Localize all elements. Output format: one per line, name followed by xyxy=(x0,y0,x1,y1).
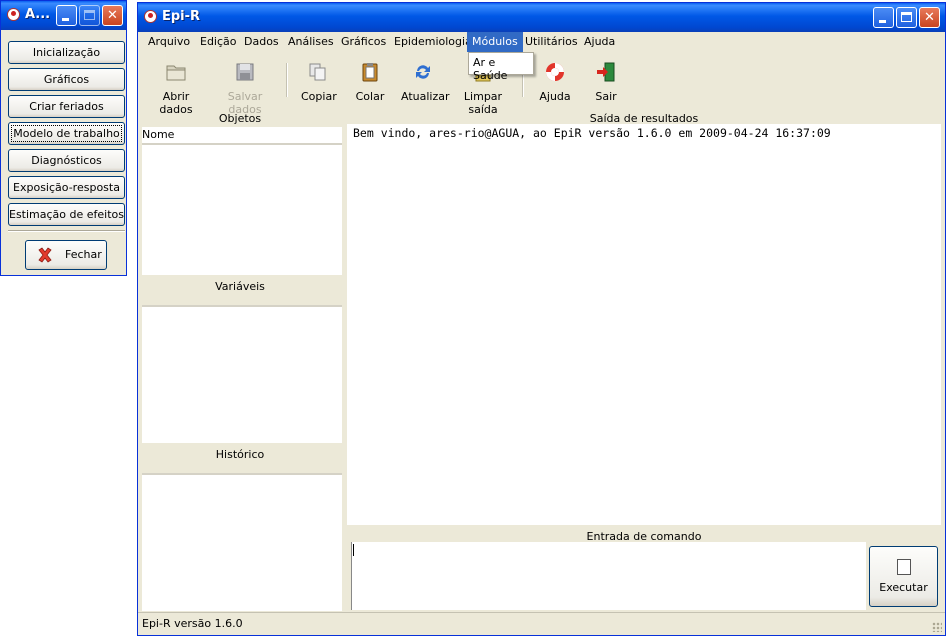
variaveis-header: Variáveis xyxy=(215,280,265,293)
close-window-button[interactable]: ✕ xyxy=(919,7,940,28)
nome-column-header[interactable]: Nome xyxy=(142,127,342,145)
estimacao-de-efeitos-button[interactable]: Estimação de efeitos xyxy=(8,203,125,226)
variaveis-list[interactable] xyxy=(142,307,342,443)
copy-icon xyxy=(309,63,326,81)
minimize-icon xyxy=(879,20,886,23)
close-window-button[interactable]: ✕ xyxy=(102,5,123,26)
diagnosticos-button[interactable]: Diagnósticos xyxy=(8,149,125,172)
app-icon xyxy=(144,10,157,23)
red-x-icon xyxy=(38,247,52,263)
variaveis-column-header xyxy=(142,295,342,307)
objetos-list[interactable]: Nome xyxy=(142,127,342,275)
panel-title-bar[interactable]: A... ✕ xyxy=(1,1,126,30)
ajuda-label: Ajuda xyxy=(539,90,571,103)
command-input[interactable] xyxy=(351,542,866,610)
maximize-icon xyxy=(901,12,912,22)
menu-graficos[interactable]: Gráficos xyxy=(341,35,386,48)
minimize-button[interactable] xyxy=(873,7,894,28)
fechar-button[interactable]: Fechar xyxy=(25,240,107,270)
maximize-button[interactable] xyxy=(896,7,917,28)
graficos-button[interactable]: Gráficos xyxy=(8,68,125,91)
main-title: Epi-R xyxy=(162,9,201,24)
app-icon xyxy=(7,8,20,21)
modelo-de-trabalho-button[interactable]: Modelo de trabalho xyxy=(8,122,125,145)
minimize-button[interactable] xyxy=(56,5,77,26)
menu-modulos[interactable]: Módulos xyxy=(467,32,523,52)
menu-epidemiologia[interactable]: Epidemiologia xyxy=(394,35,472,48)
historico-header: Histórico xyxy=(215,448,265,461)
toolbar: Abrir dados Salvar dados Copiar Colar At… xyxy=(138,53,945,116)
fechar-label: Fechar xyxy=(65,248,102,261)
execute-icon xyxy=(896,559,911,575)
menu-bar: Arquivo Edição Dados Análises Gráficos E… xyxy=(138,32,945,52)
status-bar: Epi-R versão 1.6.0 xyxy=(138,612,945,635)
menu-ajuda[interactable]: Ajuda xyxy=(584,35,615,48)
lifebuoy-icon xyxy=(546,63,564,81)
folder-icon xyxy=(166,65,186,81)
maximize-button xyxy=(79,5,100,26)
executar-button[interactable]: Executar xyxy=(869,546,938,607)
colar-button[interactable]: Colar xyxy=(353,61,387,103)
output-area[interactable]: Bem vindo, ares-rio@AGUA, ao EpiR versão… xyxy=(347,124,941,525)
nome-column-label: Nome xyxy=(142,128,175,141)
historico-list[interactable] xyxy=(142,475,342,611)
panel-title: A... xyxy=(25,7,51,22)
exposicao-resposta-button[interactable]: Exposição-resposta xyxy=(8,176,125,199)
refresh-icon xyxy=(416,65,430,79)
atualizar-button[interactable]: Atualizar xyxy=(401,61,450,103)
minimize-icon xyxy=(62,18,69,21)
resize-grip-icon[interactable] xyxy=(932,622,942,632)
modulos-dropdown: Ar e Saúde xyxy=(468,52,534,82)
atualizar-label: Atualizar xyxy=(401,90,450,103)
inicializacao-button[interactable]: Inicialização xyxy=(8,41,125,64)
salvar-dados-button: Salvar dados xyxy=(213,61,277,116)
main-title-bar[interactable]: Epi-R ✕ xyxy=(138,3,945,32)
text-caret xyxy=(353,544,354,556)
toolbar-separator xyxy=(286,63,288,97)
close-icon: ✕ xyxy=(107,8,118,23)
ajuda-button[interactable]: Ajuda xyxy=(539,61,571,103)
paste-icon xyxy=(362,63,378,82)
maximize-icon xyxy=(84,10,95,20)
panel-divider xyxy=(8,230,125,232)
sair-button[interactable]: Sair xyxy=(593,61,619,103)
historico-column-header xyxy=(142,463,342,475)
menu-arquivo[interactable]: Arquivo xyxy=(148,35,190,48)
menu-utilitarios[interactable]: Utilitários xyxy=(525,35,578,48)
menu-item-ar-e-saude[interactable]: Ar e Saúde xyxy=(473,56,507,82)
abrir-dados-button[interactable]: Abrir dados xyxy=(148,61,204,116)
floppy-icon xyxy=(236,63,254,81)
panel-window: A... ✕ Inicialização Gráficos Criar feri… xyxy=(0,0,127,276)
executar-label: Executar xyxy=(879,581,928,594)
objetos-header: Objetos xyxy=(218,112,262,125)
criar-feriados-button[interactable]: Criar feriados xyxy=(8,95,125,118)
menu-analises[interactable]: Análises xyxy=(288,35,334,48)
menu-dados[interactable]: Dados xyxy=(244,35,279,48)
colar-label: Colar xyxy=(355,90,385,103)
copiar-label: Copiar xyxy=(301,90,337,103)
copiar-button[interactable]: Copiar xyxy=(301,61,337,103)
main-window: Epi-R ✕ Arquivo Edição Dados Análises Gr… xyxy=(137,2,946,636)
close-icon: ✕ xyxy=(924,10,935,25)
sair-label: Sair xyxy=(595,90,617,103)
menu-edicao[interactable]: Edição xyxy=(200,35,237,48)
status-text: Epi-R versão 1.6.0 xyxy=(142,617,243,630)
exit-door-icon xyxy=(597,62,615,82)
